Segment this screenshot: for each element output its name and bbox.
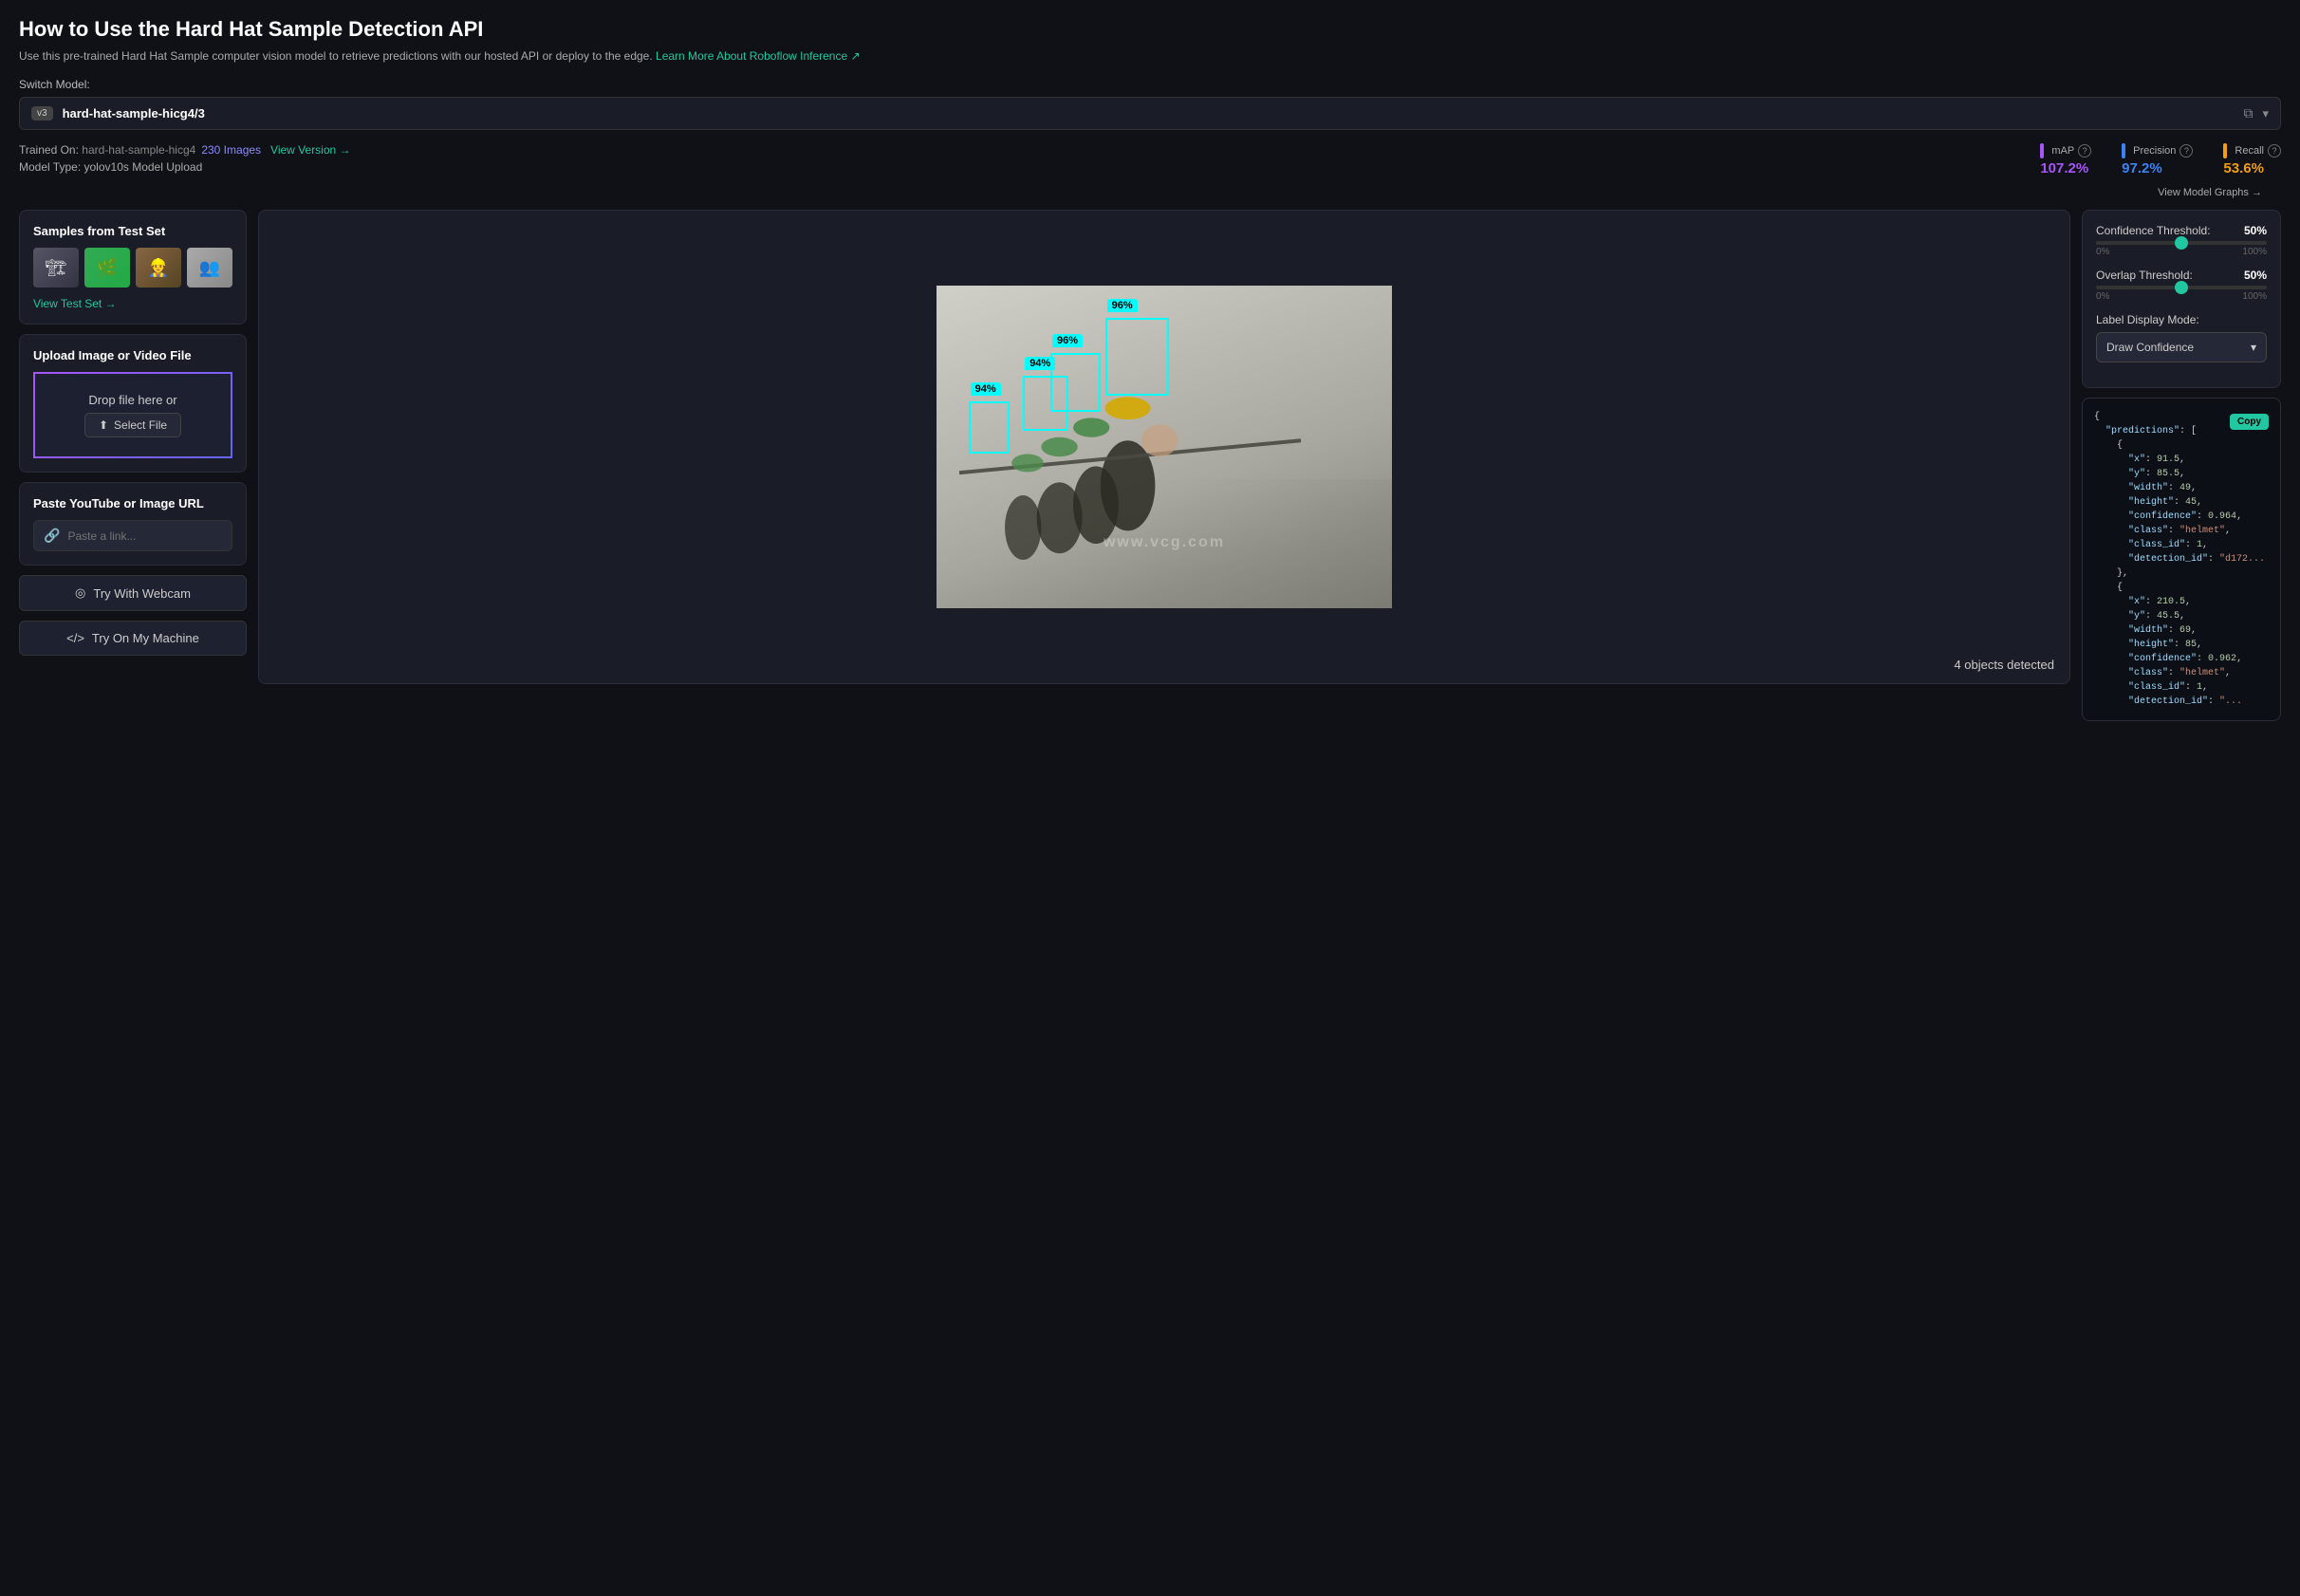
- confidence-control: Confidence Threshold: 50% 0% 100%: [2096, 224, 2267, 257]
- overlap-slider-fill: [2096, 286, 2181, 289]
- page-title: How to Use the Hard Hat Sample Detection…: [19, 17, 2281, 42]
- confidence-slider-fill: [2096, 241, 2181, 245]
- confidence-slider-thumb[interactable]: [2175, 236, 2188, 250]
- metric-recall: Recall ? 53.6%: [2223, 143, 2281, 176]
- copy-json-button[interactable]: Copy: [2230, 414, 2269, 430]
- json-brace-open: {: [2094, 412, 2100, 422]
- model-name: hard-hat-sample-hicg4/3: [63, 106, 2244, 121]
- detection-image-wrap: 96% 96% 94% 94% www.vcg.com: [937, 286, 1392, 608]
- model-type-info: Model Type: yolov10s Model Upload: [19, 160, 351, 174]
- drop-text: Drop file here or: [45, 393, 221, 407]
- precision-info-icon[interactable]: ?: [2179, 144, 2193, 158]
- confidence-max: 100%: [2242, 247, 2267, 257]
- confidence-min: 0%: [2096, 247, 2109, 257]
- url-section: Paste YouTube or Image URL 🔗: [19, 482, 247, 566]
- image-background: 96% 96% 94% 94% www.vcg.com: [937, 286, 1392, 608]
- left-panel: Samples from Test Set 🏗 🌿 👷 👥 View Test …: [19, 210, 247, 656]
- upload-icon: ⬆: [99, 418, 108, 432]
- bbox-label-2: 96%: [1052, 334, 1083, 347]
- thumbnail-2[interactable]: 🌿: [84, 248, 130, 288]
- map-info-icon[interactable]: ?: [2078, 144, 2091, 158]
- confidence-label: Confidence Threshold:: [2096, 224, 2211, 237]
- learn-more-link[interactable]: Learn More About Roboflow Inference ↗: [656, 49, 861, 63]
- overlap-max: 100%: [2242, 291, 2267, 302]
- overlap-value: 50%: [2244, 269, 2267, 282]
- detection-image: 96% 96% 94% 94% www.vcg.com: [937, 286, 1392, 608]
- upload-dropzone[interactable]: Drop file here or ⬆ Select File: [33, 372, 232, 458]
- controls-box: Confidence Threshold: 50% 0% 100% Overla…: [2082, 210, 2281, 388]
- model-info-row: Trained On: hard-hat-sample-hicg4 230 Im…: [19, 143, 2281, 177]
- bbox-label-1: 96%: [1107, 299, 1138, 312]
- confidence-slider-track[interactable]: [2096, 241, 2267, 245]
- chevron-down-icon: ▾: [2262, 106, 2269, 121]
- model-trained-info: Trained On: hard-hat-sample-hicg4 230 Im…: [19, 143, 351, 157]
- bbox-3: 94%: [1023, 376, 1068, 431]
- label-mode-select[interactable]: Draw Confidence ▾: [2096, 332, 2267, 362]
- thumbnail-4[interactable]: 👥: [187, 248, 232, 288]
- overlap-slider-thumb[interactable]: [2175, 281, 2188, 294]
- recall-info-icon[interactable]: ?: [2268, 144, 2281, 158]
- metrics-section: mAP ? 107.2% Precision ? 97.2% Recall ? …: [2040, 143, 2281, 176]
- dropdown-chevron-icon: ▾: [2251, 341, 2256, 354]
- page-subtitle: Use this pre-trained Hard Hat Sample com…: [19, 49, 2281, 63]
- upload-title: Upload Image or Video File: [33, 348, 232, 362]
- bbox-1: 96%: [1105, 318, 1169, 396]
- detection-panel: 96% 96% 94% 94% www.vcg.com 4 objects de: [258, 210, 2070, 684]
- label-mode-control: Label Display Mode: Draw Confidence ▾: [2096, 313, 2267, 362]
- confidence-value: 50%: [2244, 224, 2267, 237]
- metric-map: mAP ? 107.2%: [2040, 143, 2091, 176]
- code-icon: </>: [66, 631, 84, 645]
- url-input-wrap: 🔗: [33, 520, 232, 551]
- view-version-link[interactable]: View Version →: [270, 143, 351, 157]
- view-test-set-link[interactable]: View Test Set →: [33, 297, 232, 310]
- objects-detected: 4 objects detected: [1954, 658, 2054, 672]
- bbox-4: 94%: [969, 401, 1010, 453]
- bbox-label-3: 94%: [1025, 357, 1055, 370]
- overlap-label: Overlap Threshold:: [2096, 269, 2193, 282]
- url-title: Paste YouTube or Image URL: [33, 496, 232, 510]
- overlap-slider-track[interactable]: [2096, 286, 2267, 289]
- overlap-min: 0%: [2096, 291, 2109, 302]
- machine-button[interactable]: </> Try On My Machine: [19, 621, 247, 656]
- webcam-button[interactable]: ◎ Try With Webcam: [19, 575, 247, 611]
- link-icon: 🔗: [44, 528, 60, 544]
- webcam-icon: ◎: [75, 585, 85, 601]
- select-file-button[interactable]: ⬆ Select File: [84, 413, 181, 437]
- main-layout: Samples from Test Set 🏗 🌿 👷 👥 View Test …: [19, 210, 2281, 721]
- upload-section: Upload Image or Video File Drop file her…: [19, 334, 247, 473]
- copy-model-icon[interactable]: ⧉: [2243, 105, 2253, 121]
- view-model-graphs[interactable]: View Model Graphs →: [19, 187, 2281, 198]
- model-selector[interactable]: v3 hard-hat-sample-hicg4/3 ⧉ ▾: [19, 97, 2281, 130]
- model-version-badge: v3: [31, 106, 53, 121]
- right-panel: Confidence Threshold: 50% 0% 100% Overla…: [2082, 210, 2281, 721]
- bbox-label-4: 94%: [971, 382, 1001, 396]
- switch-model-label: Switch Model:: [19, 78, 2281, 91]
- label-mode-label: Label Display Mode:: [2096, 313, 2267, 326]
- overlap-control: Overlap Threshold: 50% 0% 100%: [2096, 269, 2267, 302]
- samples-section: Samples from Test Set 🏗 🌿 👷 👥 View Test …: [19, 210, 247, 325]
- thumbnail-1[interactable]: 🏗: [33, 248, 79, 288]
- json-output-box: Copy { "predictions": [ { "x": 91.5, "y"…: [2082, 398, 2281, 721]
- thumbnail-3[interactable]: 👷: [136, 248, 181, 288]
- url-input[interactable]: [67, 529, 222, 543]
- test-thumbnails: 🏗 🌿 👷 👥: [33, 248, 232, 288]
- samples-title: Samples from Test Set: [33, 224, 232, 238]
- metric-precision: Precision ? 97.2%: [2122, 143, 2193, 176]
